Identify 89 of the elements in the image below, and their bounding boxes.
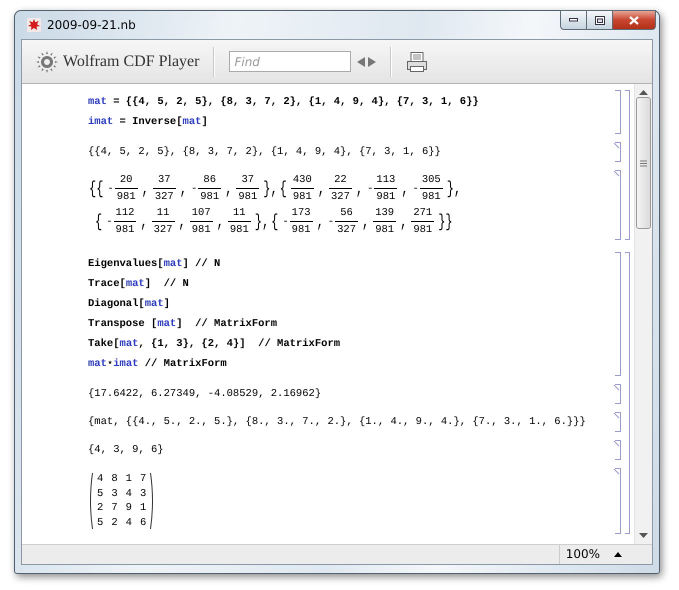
list-delimiter: , bbox=[216, 211, 225, 232]
matrix-entry: 1 bbox=[140, 501, 146, 516]
list-delimiter: , bbox=[400, 178, 410, 199]
zoom-menu-icon[interactable] bbox=[614, 552, 622, 557]
input-line: Transpose [mat] // MatrixForm bbox=[88, 317, 278, 332]
zoom-level[interactable]: 100% bbox=[558, 545, 606, 564]
output-line: {{4, 5, 2, 5}, {8, 3, 7, 2}, {1, 4, 9, 4}, {7, 3, 1, 6}} bbox=[88, 145, 442, 160]
right-parenthesis-drawing bbox=[150, 472, 156, 530]
previous-icon[interactable] bbox=[357, 56, 366, 66]
matrix-entry: 2 bbox=[97, 501, 104, 516]
cell-bracket[interactable] bbox=[615, 142, 621, 162]
list-delimiter: , bbox=[399, 211, 408, 232]
matrix-entry: 2 bbox=[111, 516, 118, 530]
cell-bracket[interactable] bbox=[615, 252, 621, 376]
matrix-entry: 5 bbox=[97, 516, 104, 530]
cell-bracket[interactable] bbox=[615, 384, 621, 404]
output-line: {17.6422, 6.27349, -4.08529, 2.16962} bbox=[88, 387, 322, 402]
scroll-up-icon[interactable] bbox=[639, 90, 648, 95]
group-bracket[interactable] bbox=[625, 90, 630, 240]
fraction: 271 981 bbox=[411, 207, 434, 236]
matrix-entry: 3 bbox=[140, 486, 146, 501]
input-line: Take[mat, {1, 3}, {2, 4}] // MatrixForm bbox=[88, 337, 342, 352]
list-delimiter: { bbox=[270, 211, 280, 232]
matrix-entry: 6 bbox=[140, 516, 146, 530]
list-delimiter: , bbox=[139, 211, 149, 232]
output-line: {4, 3, 9, 6} bbox=[88, 443, 165, 458]
output-line: {mat, {{4., 5., 2., 5.}, {8., 3., 7., 2.}, {1., 4., 9., 4.}, {7., 3., 1., 6.}}} bbox=[88, 415, 587, 430]
fraction: 37 981 bbox=[236, 174, 260, 203]
matrix-entry: 4 bbox=[126, 486, 132, 501]
cell-bracket[interactable] bbox=[615, 90, 621, 134]
input-line: mat⋆imat // MatrixForm bbox=[88, 357, 228, 372]
find-field[interactable]: Find bbox=[229, 51, 352, 72]
close-icon bbox=[629, 16, 639, 24]
fraction: 22 327 bbox=[328, 174, 352, 203]
list-delimiter: }} bbox=[437, 211, 454, 232]
list-delimiter: , bbox=[178, 178, 188, 199]
minimize-button[interactable] bbox=[560, 10, 587, 30]
app-icon bbox=[27, 18, 41, 32]
cell-bracket[interactable] bbox=[615, 170, 621, 240]
cell-bracket[interactable] bbox=[615, 440, 621, 460]
fraction: 430 981 bbox=[290, 174, 314, 203]
list-delimiter: }, bbox=[262, 178, 279, 199]
window-title: 2009-09-21.nb bbox=[47, 18, 136, 32]
input-line: Diagonal[mat] bbox=[88, 297, 171, 312]
input-line: imat = Inverse[mat] bbox=[88, 115, 209, 130]
matrix-entry: 1 bbox=[126, 472, 132, 486]
matrix-entry: 5 bbox=[97, 486, 104, 501]
input-line: mat = {{4, 5, 2, 5}, {8, 3, 7, 2}, {1, 4, 9, 4}, {7, 3, 1, 6}} bbox=[88, 95, 480, 110]
matrix-entry: 8 bbox=[111, 472, 118, 486]
list-delimiter: , bbox=[354, 178, 364, 199]
scrollbar[interactable] bbox=[634, 84, 652, 544]
scrollbar-thumb[interactable] bbox=[636, 97, 651, 229]
gear-logo-icon bbox=[36, 50, 58, 72]
matrix-entry: 7 bbox=[140, 472, 146, 486]
group-bracket[interactable] bbox=[625, 252, 630, 534]
list-delimiter: }, bbox=[254, 211, 270, 232]
matrix-entry: 4 bbox=[126, 516, 132, 530]
list-delimiter: { bbox=[94, 211, 104, 232]
maximize-button[interactable] bbox=[587, 10, 613, 30]
fraction: 107 981 bbox=[190, 207, 213, 236]
matrix-entry: 7 bbox=[111, 501, 118, 516]
input-line: Eigenvalues[mat] // N bbox=[88, 257, 222, 272]
cell-bracket[interactable] bbox=[615, 412, 621, 432]
left-parenthesis-drawing bbox=[88, 472, 93, 530]
app-name: Wolfram CDF Player bbox=[63, 52, 200, 70]
list-delimiter: { bbox=[278, 178, 288, 199]
list-delimiter: , bbox=[361, 211, 370, 232]
fraction: 11 327 bbox=[152, 207, 175, 236]
fraction: 37 327 bbox=[152, 174, 176, 203]
cell-bracket[interactable] bbox=[615, 468, 621, 534]
list-delimiter: , bbox=[140, 178, 150, 199]
list-delimiter: , bbox=[316, 211, 325, 232]
printer-icon[interactable] bbox=[406, 50, 428, 72]
minimize-icon bbox=[569, 18, 578, 22]
fraction: 139 981 bbox=[373, 207, 396, 236]
list-delimiter: , bbox=[316, 178, 326, 199]
input-line: Trace[mat] // N bbox=[88, 277, 190, 292]
close-button[interactable] bbox=[613, 10, 656, 30]
next-icon[interactable] bbox=[368, 56, 376, 66]
maximize-icon bbox=[594, 16, 604, 24]
fraction: 11 981 bbox=[228, 207, 251, 236]
matrix-entry: 9 bbox=[126, 501, 132, 516]
list-delimiter: }, bbox=[446, 178, 462, 199]
list-delimiter: {{ bbox=[88, 178, 104, 199]
matrix-entry: 4 bbox=[97, 472, 104, 486]
list-delimiter: , bbox=[224, 178, 234, 199]
matrix-entry: 3 bbox=[111, 486, 118, 501]
list-delimiter: , bbox=[178, 211, 187, 232]
scroll-down-icon[interactable] bbox=[639, 533, 648, 538]
